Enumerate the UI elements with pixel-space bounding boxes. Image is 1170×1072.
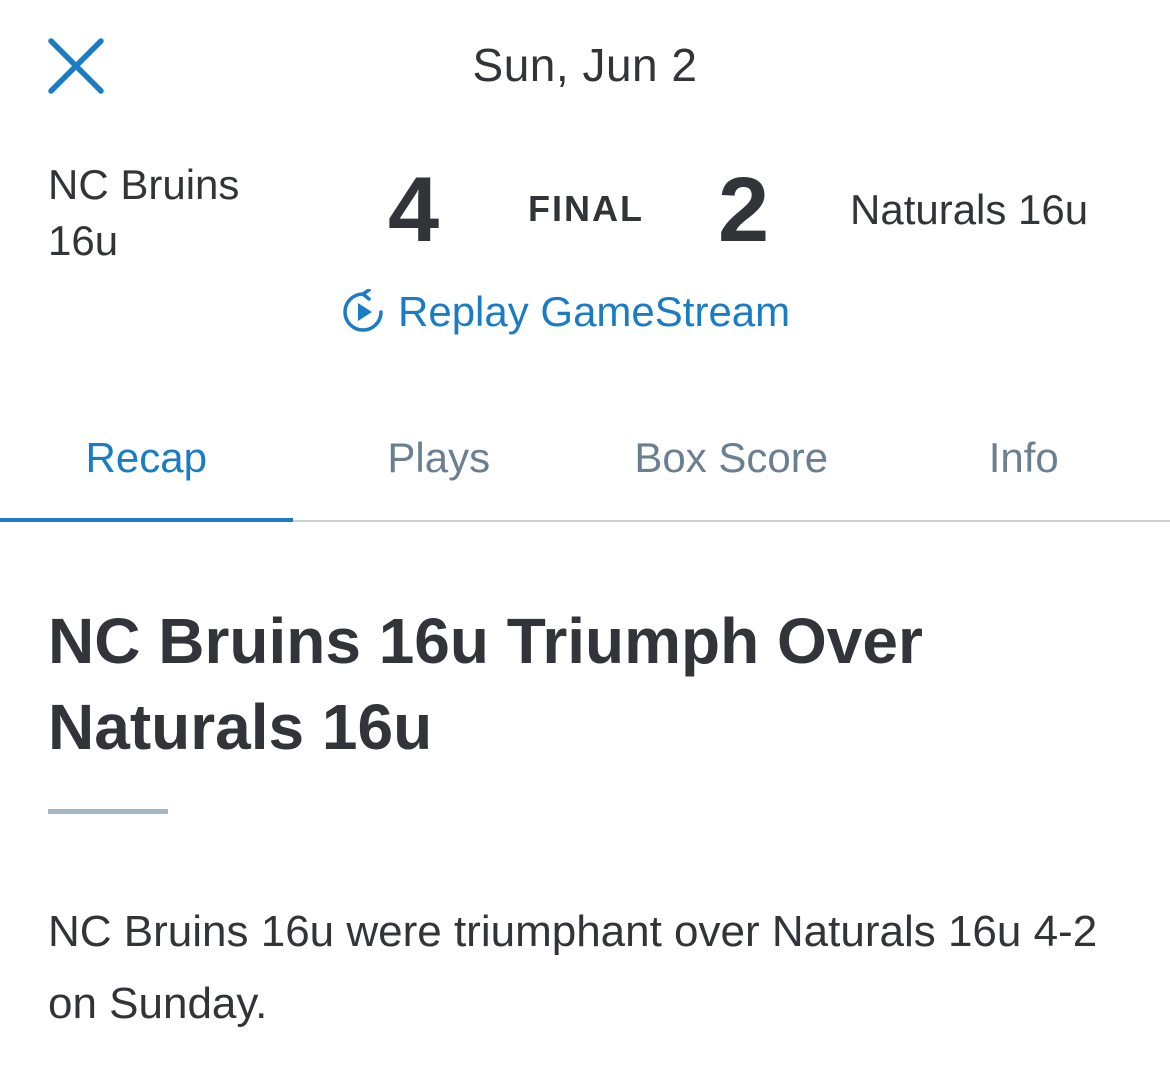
home-team-score: 4 (388, 159, 440, 261)
recap-headline: NC Bruins 16u Triumph Over Naturals 16u (48, 605, 923, 763)
replay-gamestream-link[interactable]: Replay GameStream (340, 284, 790, 340)
headline-divider (48, 809, 168, 814)
home-team-name: NC Bruins 16u (48, 161, 240, 264)
game-recap-screen: Sun, Jun 2 NC Bruins 16u 4 FINAL 2 Natur… (0, 0, 1170, 1072)
game-date: Sun, Jun 2 (472, 39, 698, 91)
replay-icon (343, 289, 383, 332)
replay-gamestream-label: Replay GameStream (398, 288, 791, 335)
recap-summary: NC Bruins 16u were triumphant over Natur… (48, 907, 1098, 1028)
tab-info[interactable]: Info (878, 410, 1170, 520)
away-team-name: Naturals 16u (850, 186, 1089, 233)
tab-plays[interactable]: Plays (293, 410, 586, 520)
tab-recap[interactable]: Recap (0, 410, 293, 522)
tab-box-score[interactable]: Box Score (585, 410, 878, 520)
game-status: FINAL (528, 188, 644, 229)
tab-bar: Recap Plays Box Score Info (0, 410, 1170, 522)
away-team-score: 2 (718, 159, 770, 261)
